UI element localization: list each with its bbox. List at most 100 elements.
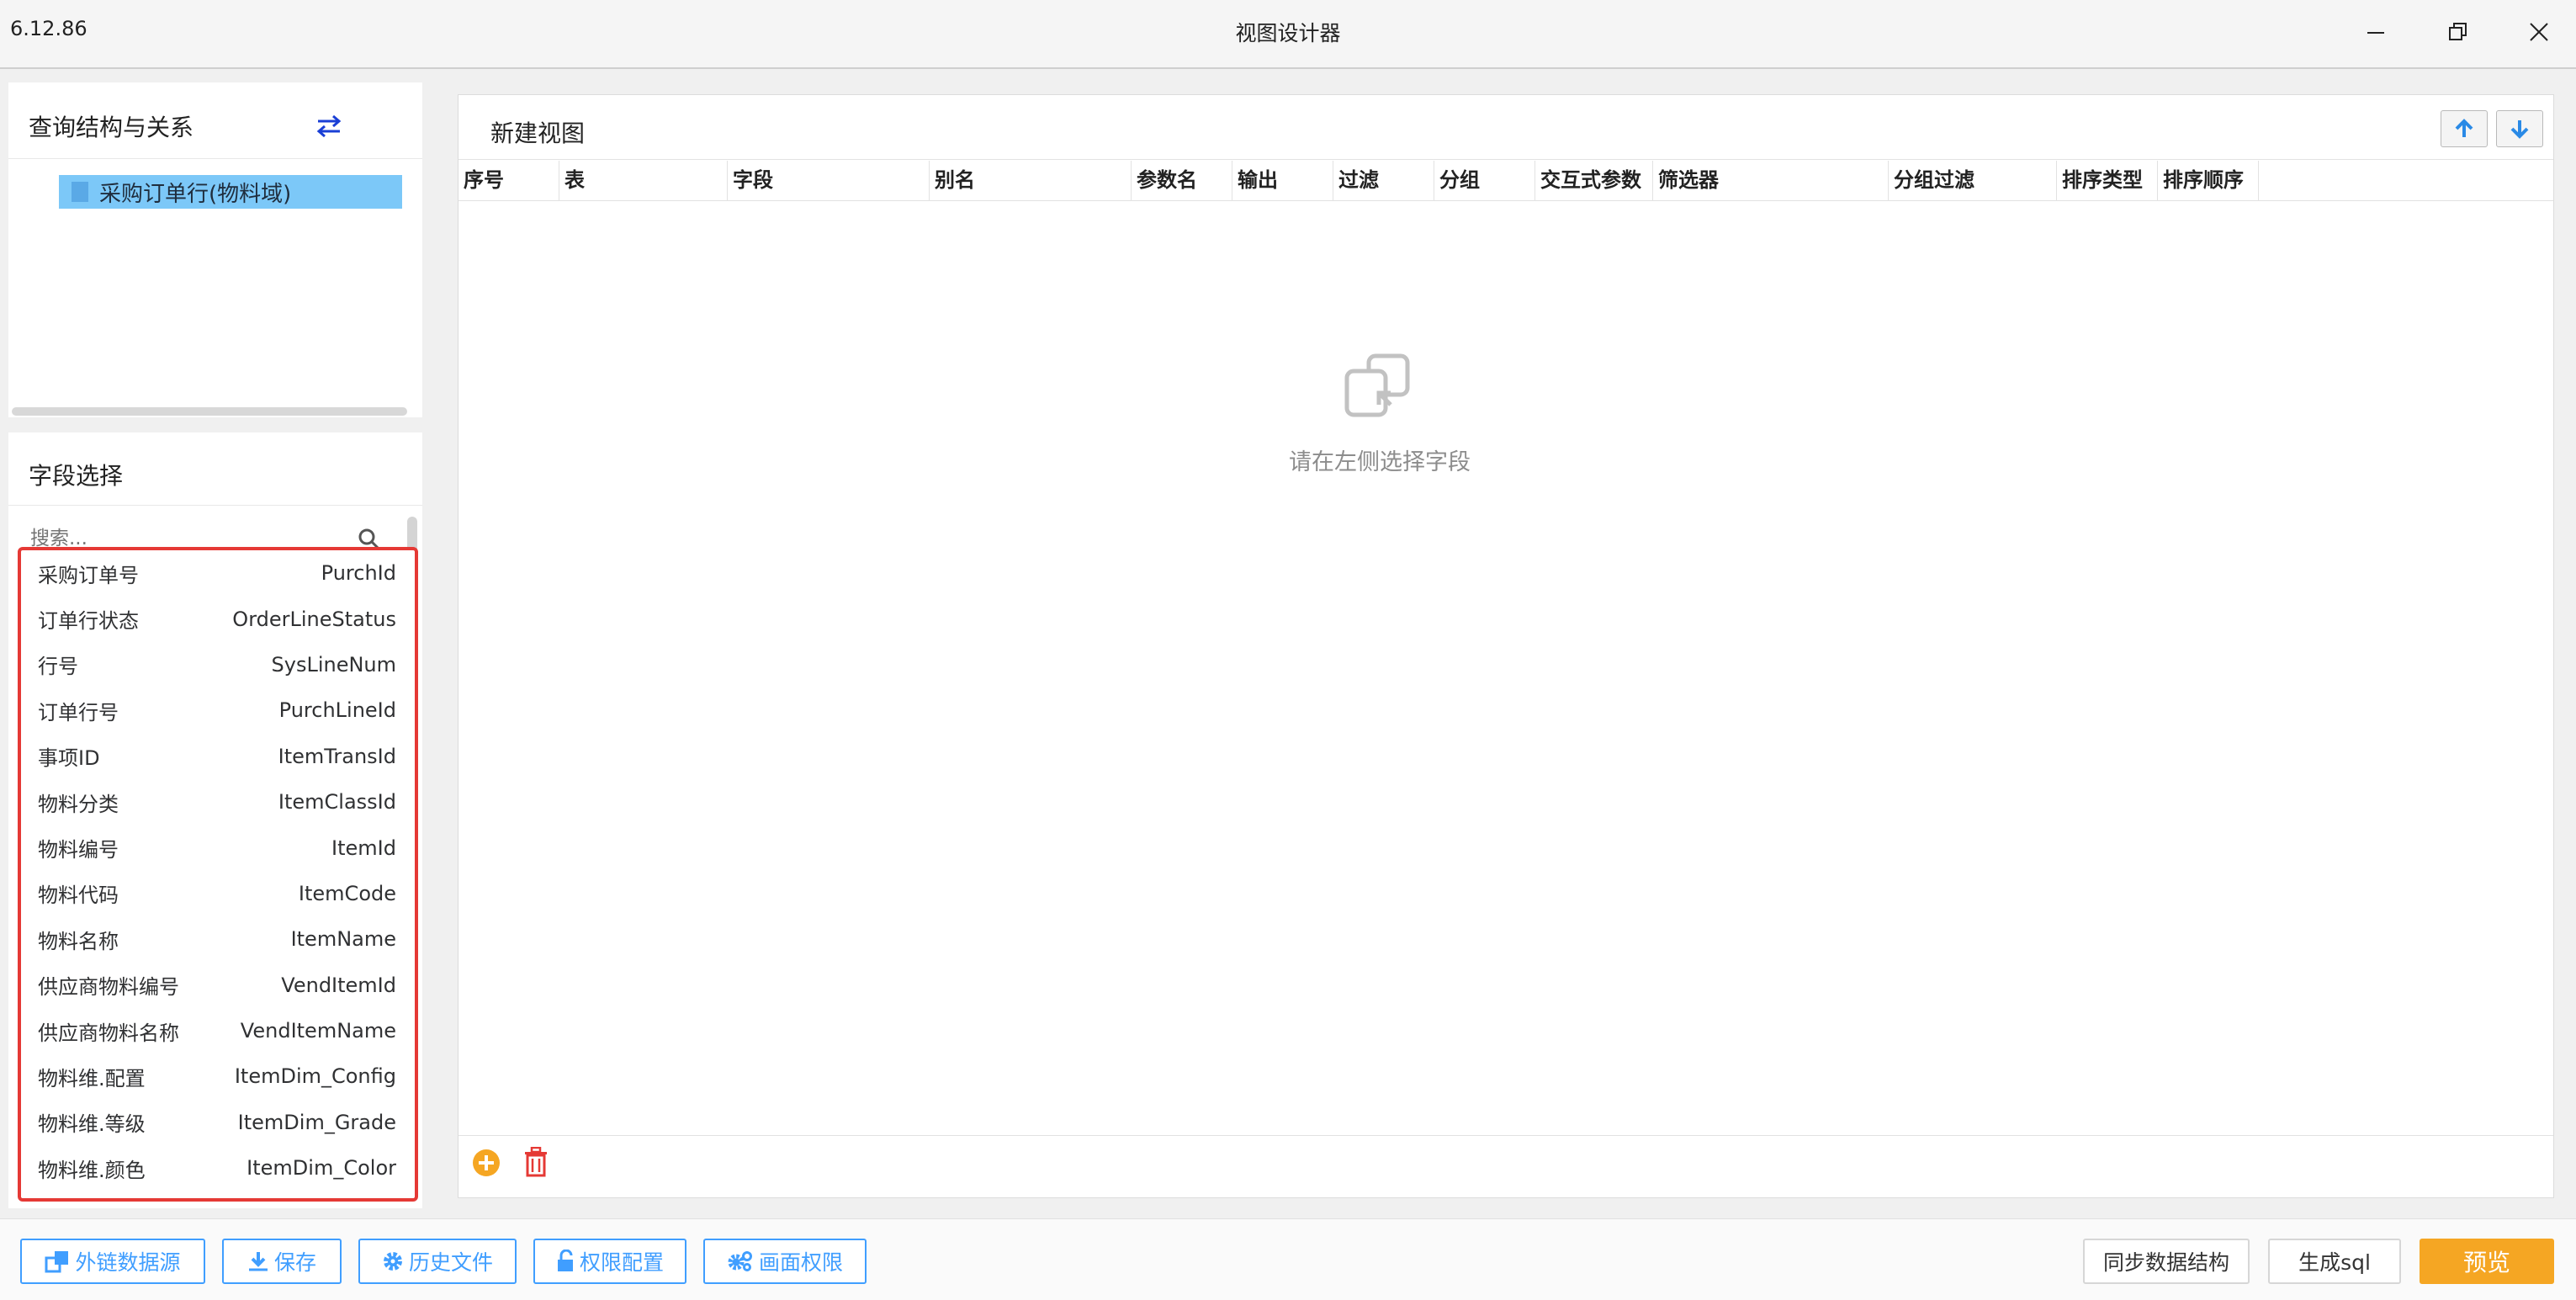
field-code: ItemClassId xyxy=(278,790,396,814)
delete-row-button[interactable] xyxy=(522,1146,553,1179)
field-row[interactable]: 订单行号 PurchLineId xyxy=(21,687,415,733)
field-row[interactable]: 供应商物料名称 VendItemName xyxy=(21,1008,415,1053)
arrow-down-icon xyxy=(2510,120,2529,139)
field-row[interactable]: 供应商物料编号 VendItemId xyxy=(21,963,415,1008)
move-up-button[interactable] xyxy=(2441,110,2488,147)
external-source-label: 外链数据源 xyxy=(75,1250,181,1275)
field-select-title: 字段选择 xyxy=(29,462,124,490)
select-field-icon xyxy=(1344,353,1410,417)
field-row[interactable]: 物料编号 ItemId xyxy=(21,825,415,870)
download-icon xyxy=(248,1252,268,1271)
swap-icon xyxy=(316,114,342,138)
field-row[interactable]: 物料维.等级 ItemDim_Grade xyxy=(21,1100,415,1145)
field-row[interactable]: 订单行状态 OrderLineStatus xyxy=(21,596,415,641)
save-button[interactable]: 保存 xyxy=(222,1239,342,1284)
history-button[interactable]: 历史文件 xyxy=(358,1239,517,1284)
field-label: 供应商物料名称 xyxy=(38,1021,179,1045)
swap-relations-button[interactable] xyxy=(315,113,345,138)
tree-node-purchase-line[interactable]: 采购订单行(物料域) xyxy=(59,175,402,209)
empty-state xyxy=(1342,353,1418,428)
field-label: 物料维.等级 xyxy=(38,1112,146,1137)
column-header[interactable]: 序号 xyxy=(458,161,559,201)
move-down-button[interactable] xyxy=(2496,110,2543,147)
gears-icon xyxy=(728,1251,752,1271)
minimize-icon xyxy=(2367,32,2384,34)
field-row[interactable]: 物料维.配置 ItemDim_Config xyxy=(21,1053,415,1099)
field-row[interactable]: 行号 SysLineNum xyxy=(21,642,415,687)
plus-circle-icon xyxy=(473,1149,500,1176)
field-label: 物料分类 xyxy=(38,792,119,816)
field-row[interactable]: 物料维.颜色 ItemDim_Color xyxy=(21,1145,415,1191)
field-code: PurchId xyxy=(321,561,396,586)
field-code: OrderLineStatus xyxy=(232,607,396,631)
unlock-icon xyxy=(557,1250,573,1271)
field-row[interactable]: 物料代码 ItemCode xyxy=(21,871,415,916)
gear-icon xyxy=(383,1252,402,1271)
screen-permission-label: 画面权限 xyxy=(758,1250,843,1275)
field-row[interactable]: 事项ID ItemTransId xyxy=(21,734,415,779)
trash-icon xyxy=(525,1146,547,1177)
table-icon xyxy=(72,182,88,202)
history-label: 历史文件 xyxy=(408,1250,493,1275)
title-bar: 6.12.86 视图设计器 xyxy=(0,0,2576,69)
field-code: ItemDim_Color xyxy=(246,1156,396,1181)
field-label: 物料名称 xyxy=(38,929,119,953)
column-header[interactable]: 表 xyxy=(559,161,728,201)
field-label: 物料维.颜色 xyxy=(38,1158,146,1182)
field-code: SysLineNum xyxy=(271,652,397,677)
sync-structure-button[interactable]: 同步数据结构 xyxy=(2083,1239,2250,1284)
field-label: 物料代码 xyxy=(38,883,119,908)
field-label: 供应商物料编号 xyxy=(38,975,179,1000)
query-structure-panel: 查询结构与关系 xyxy=(8,82,422,417)
column-header[interactable]: 参数名 xyxy=(1132,161,1232,201)
empty-state-text: 请在左侧选择字段 xyxy=(1289,449,1471,475)
column-header[interactable]: 分组 xyxy=(1434,161,1535,201)
arrow-up-icon xyxy=(2455,119,2473,137)
preview-button[interactable]: 预览 xyxy=(2420,1239,2554,1284)
field-label: 行号 xyxy=(38,655,78,679)
screen-permission-button[interactable]: 画面权限 xyxy=(703,1239,867,1284)
field-label: 订单行状态 xyxy=(38,609,139,634)
column-header[interactable]: 筛选器 xyxy=(1653,161,1889,201)
field-code: ItemCode xyxy=(298,881,396,905)
field-label: 事项ID xyxy=(38,746,100,771)
field-code: ItemId xyxy=(331,836,396,860)
field-row[interactable]: 物料分类 ItemClassId xyxy=(21,779,415,825)
column-header[interactable]: 排序顺序 xyxy=(2158,161,2259,201)
window-title: 视图设计器 xyxy=(1235,21,1341,45)
close-icon xyxy=(2530,23,2548,41)
field-code: VendItemId xyxy=(281,973,396,997)
column-header[interactable]: 输出 xyxy=(1232,161,1333,201)
field-list: 采购订单号 PurchId 订单行状态 OrderLineStatus 行号 SysLin… xyxy=(18,547,418,1202)
column-header[interactable]: 交互式参数 xyxy=(1535,161,1653,201)
divider xyxy=(458,1135,2553,1136)
divider xyxy=(8,158,422,159)
save-label: 保存 xyxy=(273,1250,316,1275)
column-header[interactable]: 过滤 xyxy=(1333,161,1434,201)
minimize-button[interactable] xyxy=(2356,13,2396,50)
external-source-button[interactable]: 外链数据源 xyxy=(20,1239,205,1284)
field-label: 物料维.配置 xyxy=(38,1066,146,1090)
column-header[interactable]: 别名 xyxy=(930,161,1132,201)
field-row[interactable]: 物料名称 ItemName xyxy=(21,916,415,962)
field-label: 订单行号 xyxy=(38,700,119,724)
grid-header: 序号表字段 别名 参数名 输出 过滤 分组 交互式参数 筛选器 分组过滤 排序类型 排序顺序 xyxy=(458,161,2553,201)
column-header[interactable]: 排序类型 xyxy=(2057,161,2158,201)
view-design-panel: 新建视图 序号表字段 别名 参数名 输出 过滤 分组 交互式参数 筛选器 分组过滤 排序类型 排序顺… xyxy=(458,94,2554,1198)
restore-button[interactable] xyxy=(2438,13,2478,50)
generate-sql-button[interactable]: 生成sql xyxy=(2268,1239,2401,1284)
tree-node-label: 采购订单行(物料域) xyxy=(99,181,292,207)
column-header[interactable]: 字段 xyxy=(728,161,930,201)
field-label: 采购订单号 xyxy=(38,563,139,587)
horizontal-scrollbar[interactable] xyxy=(12,407,407,416)
field-code: PurchLineId xyxy=(278,698,396,723)
close-button[interactable] xyxy=(2519,13,2559,50)
field-row[interactable]: 采购订单号 PurchId xyxy=(21,550,415,596)
field-code: VendItemName xyxy=(240,1019,396,1043)
permission-button[interactable]: 权限配置 xyxy=(533,1239,686,1284)
field-code: ItemDim_Grade xyxy=(237,1110,396,1134)
column-header[interactable]: 分组过滤 xyxy=(1889,161,2057,201)
field-code: ItemDim_Config xyxy=(234,1064,396,1089)
add-row-button[interactable] xyxy=(472,1149,502,1179)
field-label: 物料编号 xyxy=(38,838,119,862)
